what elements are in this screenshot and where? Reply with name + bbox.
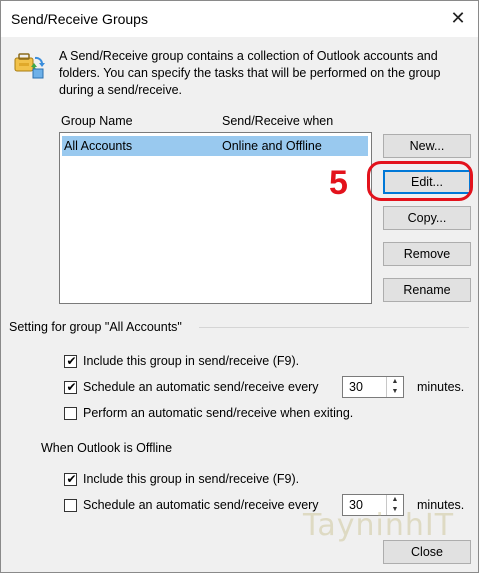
send-receive-groups-icon: [13, 49, 45, 81]
spin-down-icon[interactable]: ▼: [387, 387, 403, 397]
offline-schedule-label: Schedule an automatic send/receive every: [83, 498, 319, 512]
group-name-cell: All Accounts: [64, 139, 133, 153]
column-header-group-name[interactable]: Group Name: [61, 114, 133, 128]
divider: [199, 327, 469, 328]
send-receive-groups-dialog: Send/Receive Groups ✕ A Send/Receive gro…: [0, 0, 479, 573]
schedule-minutes-value: 30: [349, 380, 363, 394]
offline-include-group-label: Include this group in send/receive (F9).: [83, 472, 300, 486]
column-header-send-receive-when[interactable]: Send/Receive when: [222, 114, 333, 128]
checkmark-icon: ✔: [66, 472, 77, 486]
list-item[interactable]: All Accounts Online and Offline: [62, 136, 368, 156]
remove-button[interactable]: Remove: [383, 242, 471, 266]
checkmark-icon: ✔: [66, 380, 77, 394]
dialog-title: Send/Receive Groups: [11, 11, 148, 27]
groups-list[interactable]: All Accounts Online and Offline: [59, 132, 372, 304]
include-group-label: Include this group in send/receive (F9).: [83, 354, 300, 368]
spin-up-icon[interactable]: ▲: [387, 377, 403, 387]
close-button[interactable]: Close: [383, 540, 471, 564]
copy-button[interactable]: Copy...: [383, 206, 471, 230]
offline-heading: When Outlook is Offline: [41, 441, 173, 455]
schedule-checkbox[interactable]: ✔: [64, 380, 77, 394]
new-button[interactable]: New...: [383, 134, 471, 158]
annotation-step-number: 5: [329, 164, 348, 202]
offline-include-group-checkbox[interactable]: ✔: [64, 472, 77, 486]
checkmark-icon: ✔: [66, 354, 77, 368]
spin-up-icon[interactable]: ▲: [387, 495, 403, 505]
annotation-highlight-ring: [367, 161, 473, 201]
offline-schedule-checkbox[interactable]: [64, 499, 77, 512]
send-receive-on-exit-label: Perform an automatic send/receive when e…: [83, 406, 354, 420]
rename-button[interactable]: Rename: [383, 278, 471, 302]
group-settings-heading: Setting for group "All Accounts": [9, 320, 182, 334]
close-icon[interactable]: ✕: [445, 5, 471, 31]
watermark: TayninhIT: [303, 508, 455, 543]
send-receive-when-cell: Online and Offline: [222, 139, 322, 153]
send-receive-on-exit-checkbox[interactable]: [64, 407, 77, 420]
dialog-description: A Send/Receive group contains a collecti…: [59, 49, 441, 97]
schedule-label: Schedule an automatic send/receive every: [83, 380, 319, 394]
schedule-minutes-stepper[interactable]: 30 ▲ ▼: [342, 376, 404, 398]
include-group-checkbox[interactable]: ✔: [64, 354, 77, 368]
minutes-unit-label: minutes.: [417, 380, 465, 394]
